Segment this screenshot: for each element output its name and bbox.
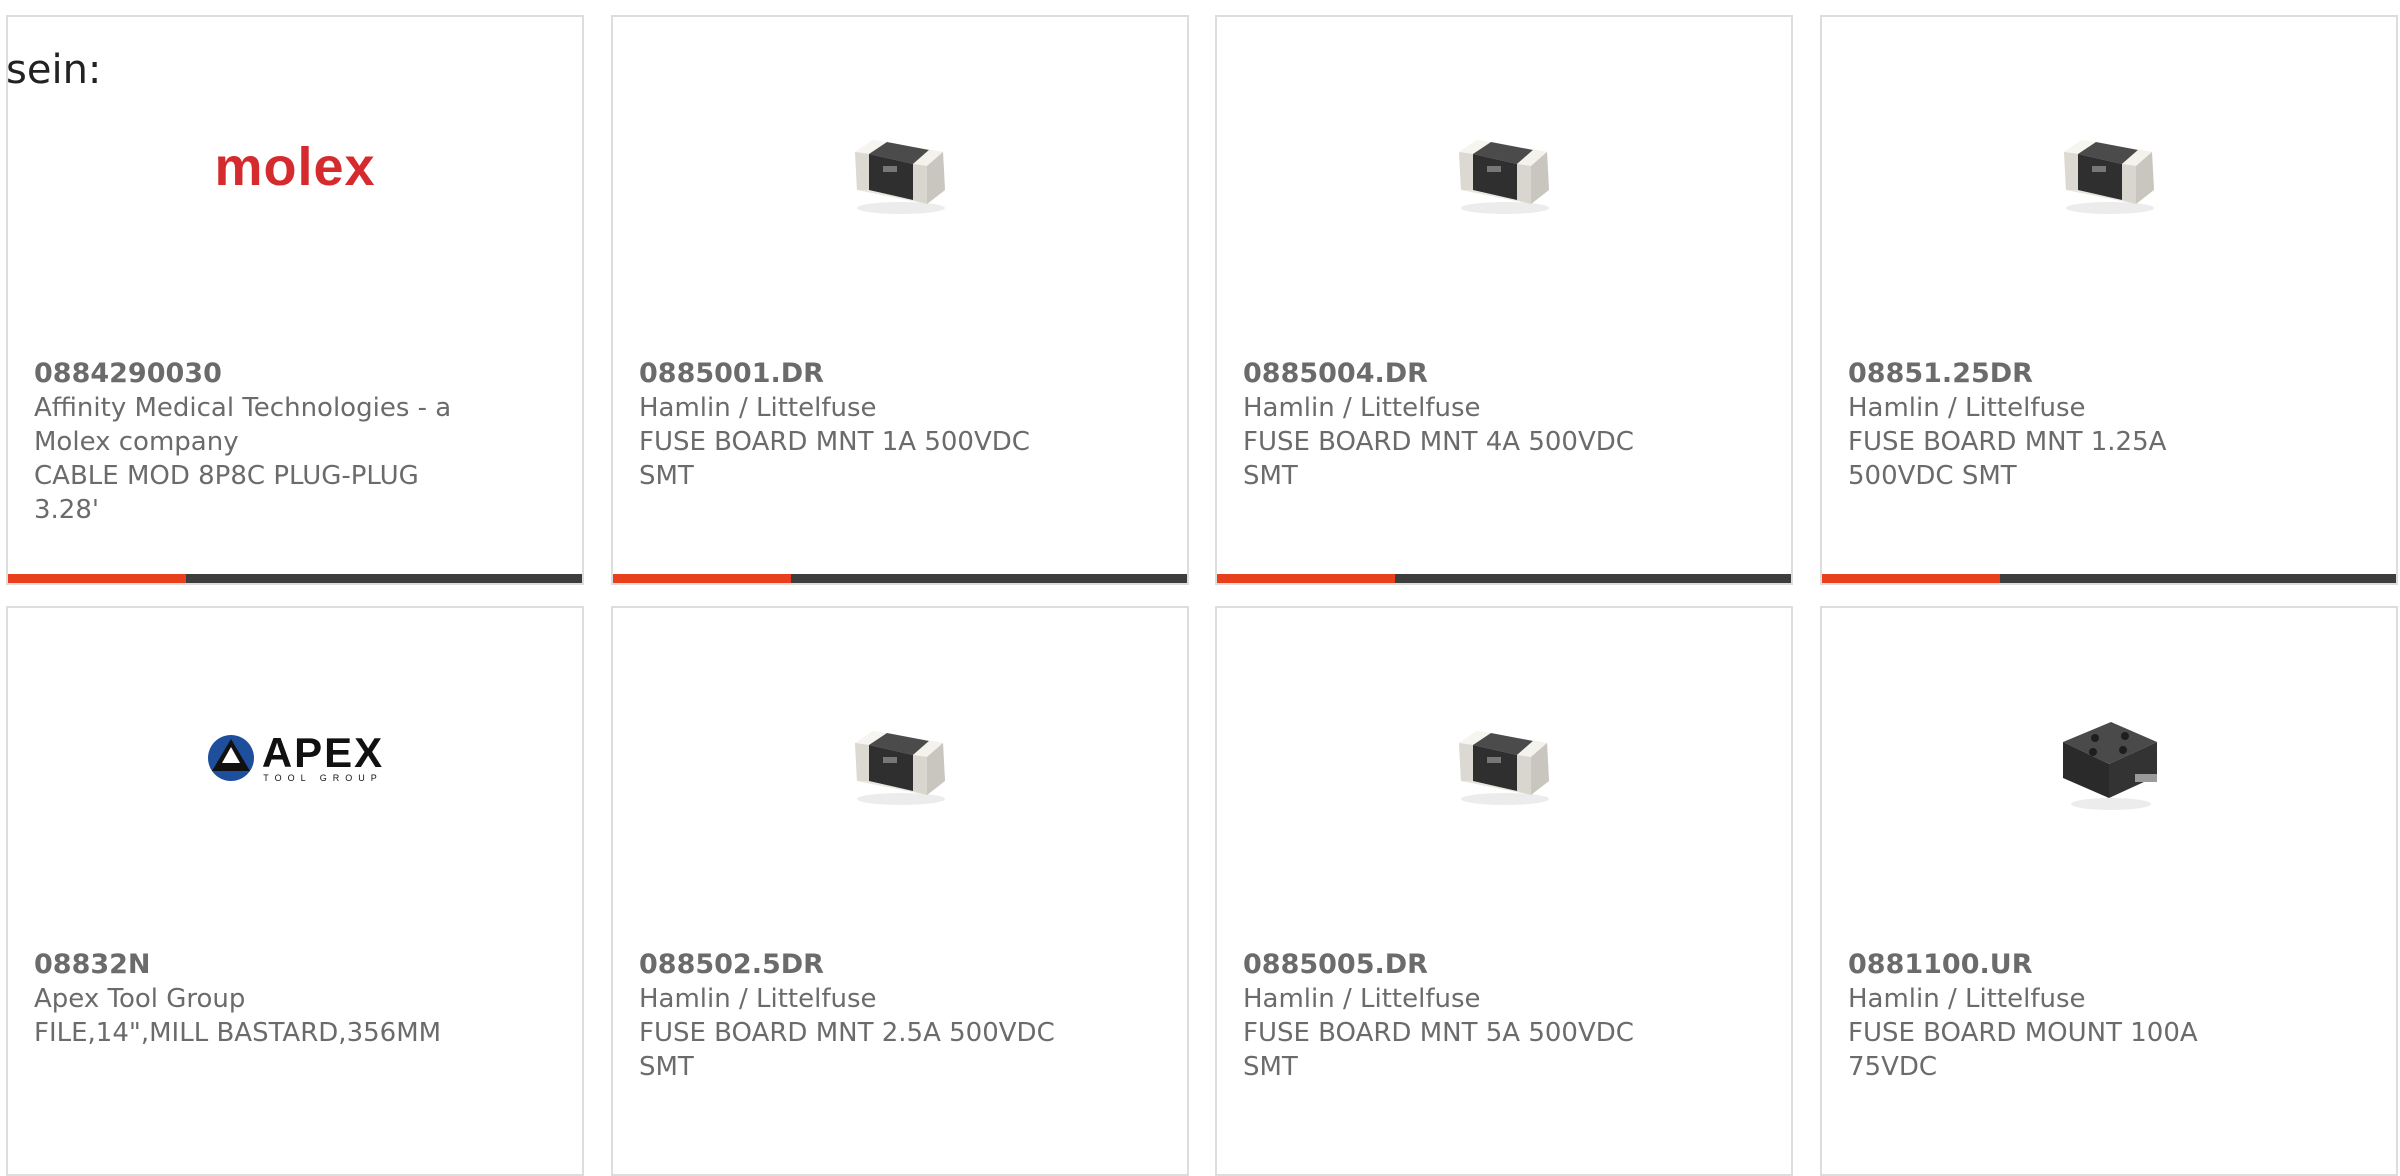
smd-fuse-icon — [2064, 140, 2154, 214]
manufacturer: Hamlin / Littelfuse — [1848, 984, 2086, 1014]
description: FUSE BOARD MNT 5A 500VDC SMT — [1243, 1018, 1634, 1082]
product-card[interactable]: 0885004.DR Hamlin / Littelfuse FUSE BOAR… — [1215, 15, 1793, 585]
product-info: 08851.25DR Hamlin / Littelfuse FUSE BOAR… — [1848, 357, 2268, 493]
product-card[interactable]: APEX TOOL GROUP 08832N Apex Tool Group F… — [6, 606, 584, 1176]
product-info: 08832N Apex Tool Group FILE,14",MILL BAS… — [34, 948, 454, 1050]
manufacturer: Hamlin / Littelfuse — [639, 984, 877, 1014]
product-image[interactable]: molex — [8, 97, 582, 237]
product-image[interactable]: APEX TOOL GROUP — [8, 688, 582, 828]
description: FUSE BOARD MNT 1.25A 500VDC SMT — [1848, 427, 2167, 491]
part-number[interactable]: 0881100.UR — [1848, 948, 2268, 982]
product-info: 0885005.DR Hamlin / Littelfuse FUSE BOAR… — [1243, 948, 1663, 1084]
part-number[interactable]: 088502.5DR — [639, 948, 1059, 982]
apex-logo-subtext: TOOL GROUP — [263, 773, 383, 783]
part-number[interactable]: 0885005.DR — [1243, 948, 1663, 982]
molex-logo: molex — [214, 137, 376, 197]
card-bottom-bar — [613, 574, 1187, 583]
part-number[interactable]: 0885004.DR — [1243, 357, 1663, 391]
smd-fuse-icon — [1459, 140, 1549, 214]
card-bottom-bar — [8, 574, 582, 583]
smd-fuse-icon — [1459, 731, 1549, 805]
description: FUSE BOARD MNT 2.5A 500VDC SMT — [639, 1018, 1055, 1082]
apex-mark-icon — [207, 735, 254, 781]
fuse-block-icon — [2063, 722, 2157, 810]
manufacturer: Affinity Medical Technologies - a Molex … — [34, 393, 452, 457]
product-info: 0885004.DR Hamlin / Littelfuse FUSE BOAR… — [1243, 357, 1663, 493]
product-card[interactable]: molex 0884290030 Affinity Medical Techno… — [6, 15, 584, 585]
manufacturer: Hamlin / Littelfuse — [1243, 984, 1481, 1014]
product-card[interactable]: 0885001.DR Hamlin / Littelfuse FUSE BOAR… — [611, 15, 1189, 585]
product-image[interactable] — [1822, 688, 2396, 828]
product-info: 0885001.DR Hamlin / Littelfuse FUSE BOAR… — [639, 357, 1059, 493]
product-info: 0884290030 Affinity Medical Technologies… — [34, 357, 454, 527]
apex-logo-text: APEX — [261, 729, 385, 776]
description: FUSE BOARD MNT 1A 500VDC SMT — [639, 427, 1030, 491]
part-number[interactable]: 08832N — [34, 948, 454, 982]
card-bottom-bar — [1217, 574, 1791, 583]
product-image[interactable] — [1217, 97, 1791, 237]
card-accent — [8, 574, 186, 583]
smd-fuse-icon — [855, 731, 945, 805]
part-number[interactable]: 0884290030 — [34, 357, 454, 391]
product-card[interactable]: 0881100.UR Hamlin / Littelfuse FUSE BOAR… — [1820, 606, 2398, 1176]
smd-fuse-icon — [855, 140, 945, 214]
description: FILE,14",MILL BASTARD,356MM — [34, 1018, 442, 1048]
product-image[interactable] — [1822, 97, 2396, 237]
apex-logo: APEX TOOL GROUP — [206, 729, 385, 783]
manufacturer: Hamlin / Littelfuse — [1848, 393, 2086, 423]
description: FUSE BOARD MOUNT 100A 75VDC — [1848, 1018, 2198, 1082]
card-accent — [1217, 574, 1395, 583]
part-number[interactable]: 08851.25DR — [1848, 357, 2268, 391]
card-accent — [613, 574, 791, 583]
description: FUSE BOARD MNT 4A 500VDC SMT — [1243, 427, 1634, 491]
card-bottom-bar — [1822, 574, 2396, 583]
card-accent — [1822, 574, 2000, 583]
manufacturer: Hamlin / Littelfuse — [1243, 393, 1481, 423]
manufacturer: Hamlin / Littelfuse — [639, 393, 877, 423]
product-card[interactable]: 088502.5DR Hamlin / Littelfuse FUSE BOAR… — [611, 606, 1189, 1176]
product-image[interactable] — [613, 97, 1187, 237]
product-card[interactable]: 0885005.DR Hamlin / Littelfuse FUSE BOAR… — [1215, 606, 1793, 1176]
description: CABLE MOD 8P8C PLUG-PLUG 3.28' — [34, 461, 419, 525]
product-card[interactable]: 08851.25DR Hamlin / Littelfuse FUSE BOAR… — [1820, 15, 2398, 585]
product-image[interactable] — [1217, 688, 1791, 828]
intro-text: sein: — [6, 47, 102, 93]
part-number[interactable]: 0885001.DR — [639, 357, 1059, 391]
product-info: 088502.5DR Hamlin / Littelfuse FUSE BOAR… — [639, 948, 1059, 1084]
product-info: 0881100.UR Hamlin / Littelfuse FUSE BOAR… — [1848, 948, 2268, 1084]
product-image[interactable] — [613, 688, 1187, 828]
manufacturer: Apex Tool Group — [34, 984, 246, 1014]
